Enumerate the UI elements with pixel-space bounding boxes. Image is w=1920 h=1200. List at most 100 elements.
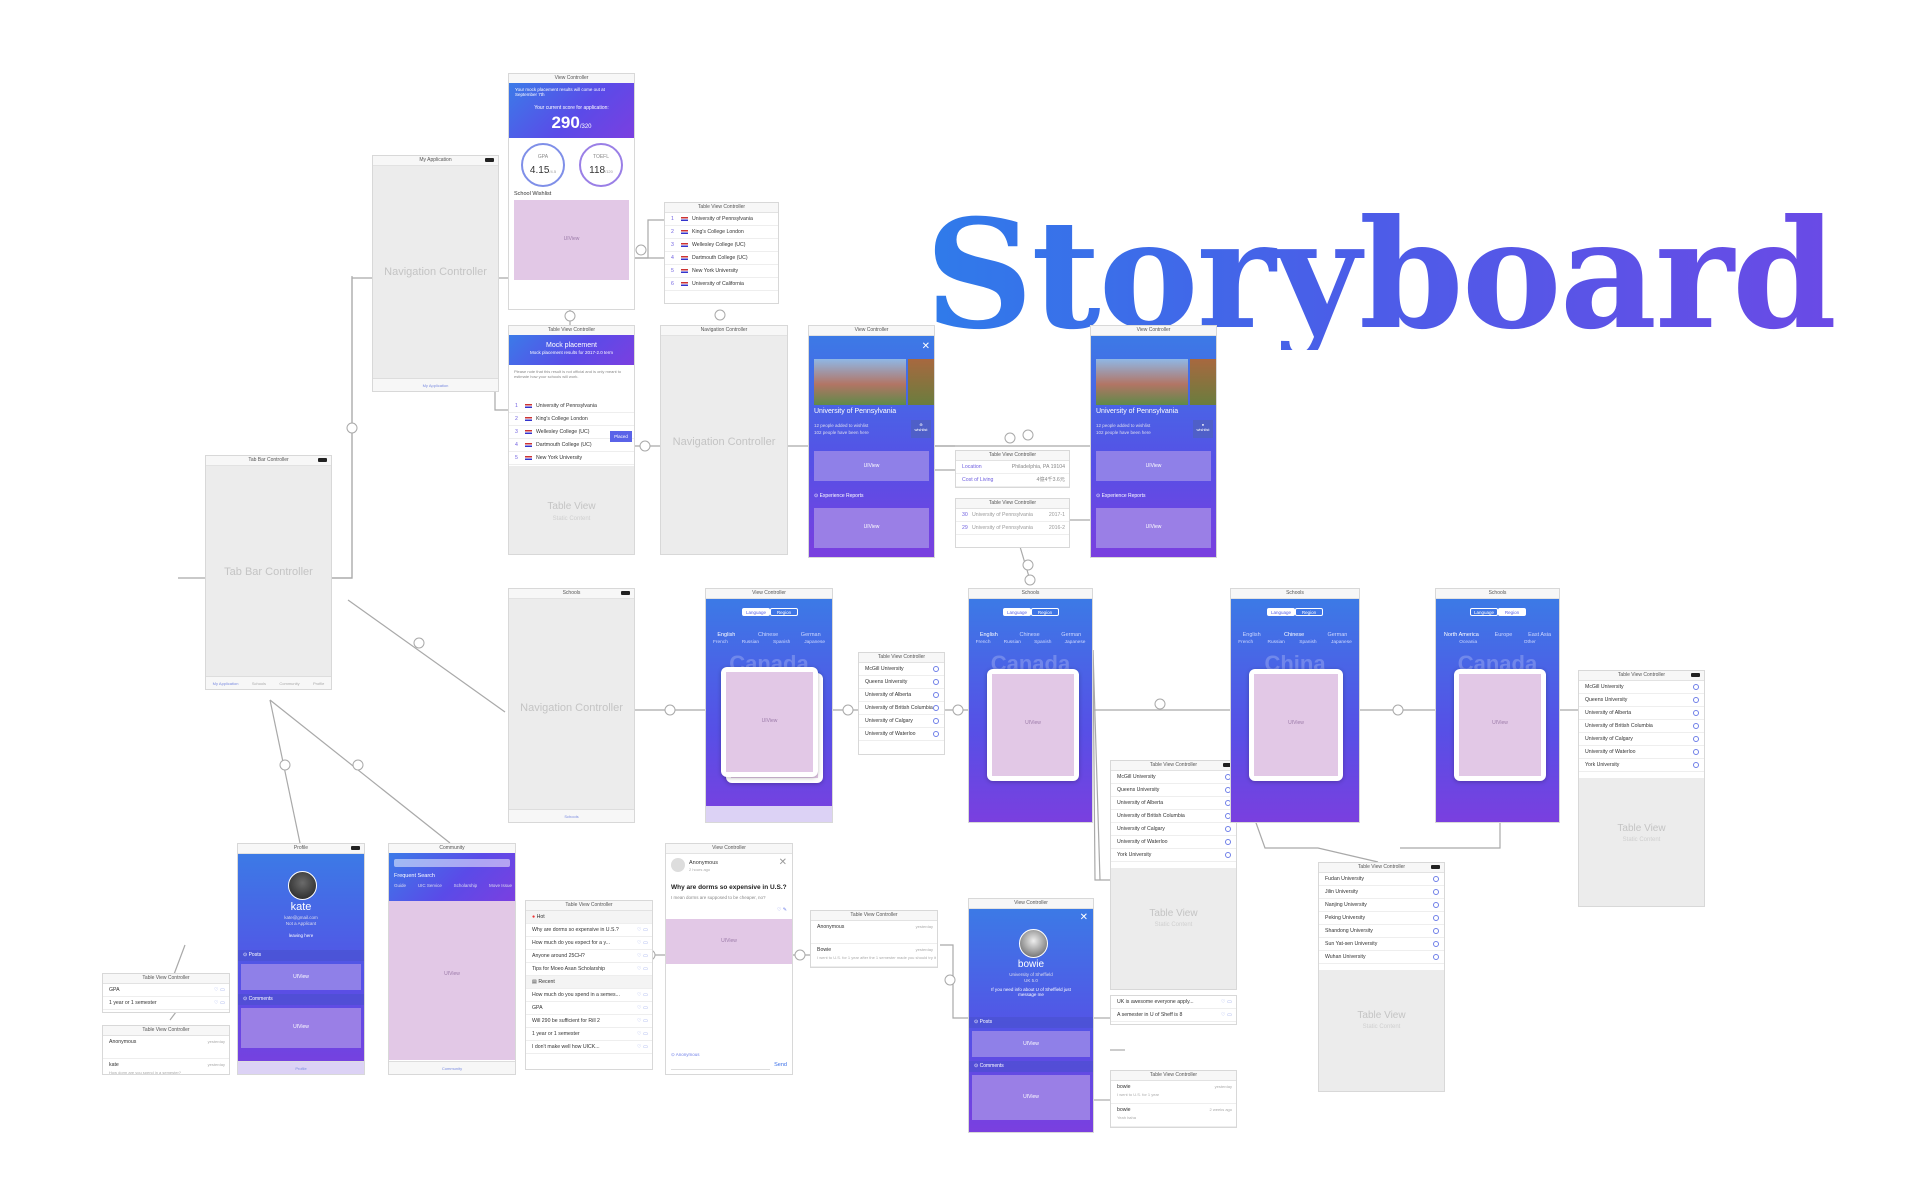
table-row[interactable]: Queens University bbox=[1579, 694, 1704, 707]
table-row[interactable]: Tips for Moeo Asan Scholarship ♡ ▭ bbox=[526, 963, 652, 976]
avatar[interactable] bbox=[1019, 929, 1048, 958]
table-row[interactable]: Queens University bbox=[859, 676, 944, 689]
table-row[interactable]: Peking University bbox=[1319, 912, 1444, 925]
table-row[interactable]: Jilin University bbox=[1319, 886, 1444, 899]
canada-schools-table-scene-3[interactable]: Table View Controller McGill University Q… bbox=[1578, 670, 1705, 907]
plus-icon[interactable] bbox=[1225, 839, 1231, 845]
plus-icon[interactable] bbox=[933, 666, 939, 672]
canada-schools-table-scene-2[interactable]: Table View Controller McGill University Q… bbox=[1110, 760, 1237, 990]
plus-icon[interactable] bbox=[1693, 762, 1699, 768]
table-row[interactable]: 4 Dartmouth College (UC) bbox=[665, 252, 778, 265]
schools-language-scene-1[interactable]: View Controller Language Region English … bbox=[705, 588, 833, 823]
table-row[interactable]: Wuhan University bbox=[1319, 951, 1444, 964]
wishlist-table-scene[interactable]: Table View Controller 1 University of Pen… bbox=[664, 202, 779, 304]
close-icon[interactable]: ✕ bbox=[779, 857, 787, 868]
table-row[interactable]: University of British Columbia bbox=[1111, 810, 1236, 823]
table-row[interactable]: Sun Yat-sen University bbox=[1319, 938, 1444, 951]
table-row[interactable]: I don't make well how UICK... ♡ ▭ bbox=[526, 1041, 652, 1054]
table-row[interactable]: Shandong University bbox=[1319, 925, 1444, 938]
plus-icon[interactable] bbox=[1433, 928, 1439, 934]
language-chinese[interactable]: Chinese bbox=[1019, 632, 1039, 638]
tab-my-application[interactable]: My Application bbox=[213, 677, 239, 689]
segment-region[interactable]: Region bbox=[1031, 608, 1059, 616]
table-row[interactable]: 3 Wellesley College (UC) bbox=[665, 239, 778, 252]
language-spanish[interactable]: Spanish bbox=[1034, 640, 1051, 645]
toefl-ring[interactable]: TOEFL 118/120 bbox=[579, 143, 623, 187]
comment-row[interactable]: kate yesterday How dorm are you spend in a… bbox=[103, 1059, 229, 1074]
table-row[interactable]: McGill University bbox=[859, 663, 944, 676]
school-card[interactable]: UIView bbox=[1454, 669, 1546, 781]
table-row[interactable]: Fudan University bbox=[1319, 873, 1444, 886]
school-detail-scene-1[interactable]: View Controller ✕ University of Pennsylv… bbox=[808, 325, 935, 558]
table-row[interactable]: University of Waterloo bbox=[859, 728, 944, 741]
region-other[interactable]: Other bbox=[1524, 640, 1536, 645]
segment-region[interactable]: Region bbox=[770, 608, 798, 616]
community-table-scene[interactable]: Table View Controller ● Hot Why are dorm… bbox=[525, 900, 653, 1070]
plus-icon[interactable] bbox=[933, 705, 939, 711]
plus-icon[interactable] bbox=[933, 679, 939, 685]
table-row[interactable]: University of Waterloo bbox=[1111, 836, 1236, 849]
school-card-front[interactable]: UIView bbox=[721, 667, 818, 777]
language-spanish[interactable]: Spanish bbox=[1299, 640, 1316, 645]
language-russian[interactable]: Russian bbox=[742, 640, 759, 645]
table-row[interactable]: University of Alberta bbox=[1579, 707, 1704, 720]
table-row[interactable]: 2 King's College London bbox=[509, 413, 634, 426]
comments-section[interactable]: ⊙ Comments bbox=[238, 994, 364, 1005]
experience-table-scene[interactable]: Table View Controller 30 University of Pe… bbox=[955, 498, 1070, 548]
table-row[interactable]: Why are dorms so expensive in U.S.? ♡ ▭ bbox=[526, 924, 652, 937]
table-row[interactable]: University of British Columbia bbox=[1579, 720, 1704, 733]
send-button[interactable]: Send bbox=[774, 1062, 787, 1068]
tab-profile[interactable]: Profile bbox=[313, 677, 324, 689]
language-german[interactable]: German bbox=[801, 632, 821, 638]
tab-schools[interactable]: Schools bbox=[252, 677, 266, 689]
tag-guide[interactable]: Guide bbox=[394, 883, 406, 888]
navigation-controller-scene-3[interactable]: Schools Navigation Controller Schools bbox=[508, 588, 635, 823]
comment-row[interactable]: Anonymous yesterday bbox=[811, 921, 937, 944]
table-row[interactable]: University of Alberta bbox=[859, 689, 944, 702]
language-japanese[interactable]: Japanese bbox=[1065, 640, 1086, 645]
table-row[interactable]: York University bbox=[1111, 849, 1236, 862]
segment-language[interactable]: Language bbox=[1470, 608, 1498, 616]
profile-scene[interactable]: Profile kate kate@gmail.com Not a Applic… bbox=[237, 843, 365, 1075]
table-row[interactable]: Anyone around 25CH? ♡ ▭ bbox=[526, 950, 652, 963]
schools-region-scene[interactable]: Schools Language Region North America Eu… bbox=[1435, 588, 1560, 823]
language-english[interactable]: English bbox=[980, 632, 998, 638]
table-row[interactable]: How much do you spend in a semes... ♡ ▭ bbox=[526, 989, 652, 1002]
language-chinese[interactable]: Chinese bbox=[758, 632, 778, 638]
profile-comments-table-scene[interactable]: Table View Controller Anonymous yesterday… bbox=[102, 1025, 230, 1075]
segment-language[interactable]: Language bbox=[742, 608, 770, 616]
table-row[interactable]: 29 University of Pennsylvania 2016-2 bbox=[956, 522, 1069, 535]
plus-icon[interactable] bbox=[1225, 852, 1231, 858]
table-row[interactable]: 2 King's College London bbox=[665, 226, 778, 239]
table-row[interactable]: University of Calgary bbox=[1111, 823, 1236, 836]
canada-schools-table-scene-1[interactable]: Table View Controller McGill University Q… bbox=[858, 652, 945, 755]
table-row[interactable]: 1 year or 1 semester ♡ ▭ bbox=[526, 1028, 652, 1041]
region-north-america[interactable]: North America bbox=[1444, 632, 1479, 638]
wishlist-button[interactable]: ⊕ wishlist bbox=[911, 420, 931, 438]
table-row[interactable]: University of British Columbia bbox=[859, 702, 944, 715]
tag-scholarship[interactable]: Scholarship bbox=[454, 883, 478, 888]
table-row[interactable]: 1 University of Pennsylvania bbox=[665, 213, 778, 226]
plus-icon[interactable] bbox=[933, 718, 939, 724]
schools-language-scene-3[interactable]: Schools Language Region English Chinese … bbox=[1230, 588, 1360, 823]
table-row[interactable]: A semester in U of Sheff is 8 ♡ ▭ bbox=[1111, 1009, 1236, 1022]
plus-icon[interactable] bbox=[1433, 889, 1439, 895]
location-row[interactable]: Location Philadelphia, PA 19104 bbox=[956, 461, 1069, 474]
comment-row[interactable]: Anonymous yesterday bbox=[103, 1036, 229, 1059]
language-russian[interactable]: Russian bbox=[1004, 640, 1021, 645]
segment-region[interactable]: Region bbox=[1295, 608, 1323, 616]
plus-icon[interactable] bbox=[1433, 876, 1439, 882]
language-french[interactable]: French bbox=[1238, 640, 1253, 645]
like-icon[interactable]: ♡ ✎ bbox=[777, 907, 787, 913]
language-french[interactable]: French bbox=[976, 640, 991, 645]
tab-bar-controller-scene[interactable]: Tab Bar Controller Tab Bar Controller My… bbox=[205, 455, 332, 690]
comment-row[interactable]: bowie yesterday I went to U.S. for 1 year bbox=[1111, 1081, 1236, 1104]
school-detail-scene-2[interactable]: View Controller University of Pennsylvan… bbox=[1090, 325, 1217, 558]
language-german[interactable]: German bbox=[1061, 632, 1081, 638]
region-oceania[interactable]: Oceania bbox=[1459, 640, 1477, 645]
table-row[interactable]: 1 year or 1 semester ♡ ▭ bbox=[103, 997, 229, 1010]
language-english[interactable]: English bbox=[717, 632, 735, 638]
post-detail-scene[interactable]: View Controller Anonymous 2 hours ago ✕ … bbox=[665, 843, 793, 1075]
close-icon[interactable]: ✕ bbox=[1080, 912, 1088, 923]
language-english[interactable]: English bbox=[1243, 632, 1261, 638]
